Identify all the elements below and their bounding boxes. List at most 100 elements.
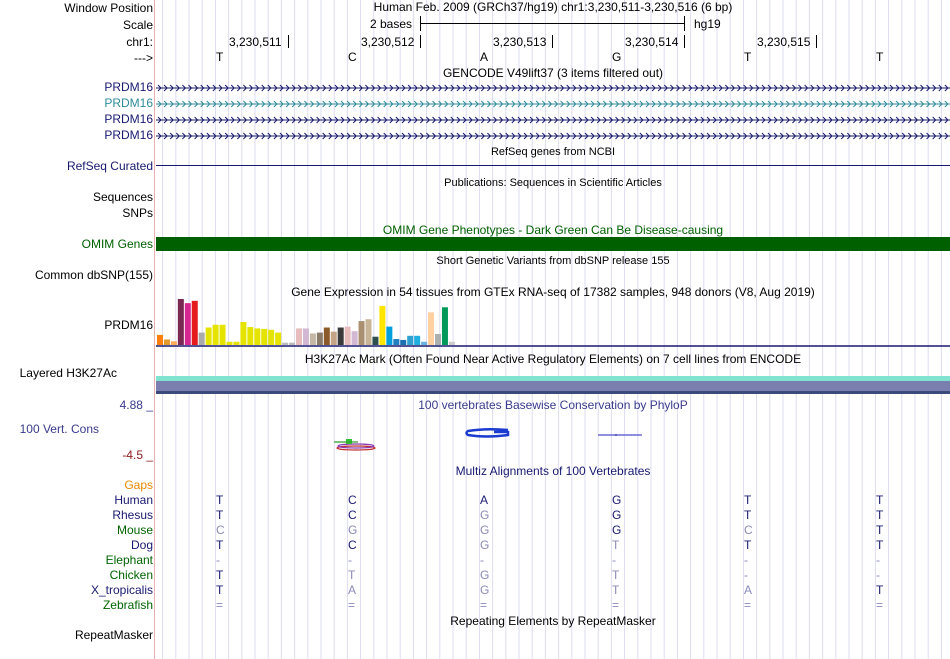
phylop-letter-c bbox=[334, 439, 376, 451]
alignment-base: - bbox=[216, 553, 220, 567]
alignment-base: = bbox=[612, 598, 620, 612]
alignment-base: = bbox=[480, 598, 488, 612]
alignment-base: T bbox=[612, 568, 620, 582]
gaps-label: Gaps bbox=[124, 478, 153, 492]
gtex-tissue-bar bbox=[407, 335, 414, 345]
gtex-tissue-bar bbox=[316, 332, 323, 345]
common-dbsnp-label[interactable]: Common dbSNP(155) bbox=[35, 268, 153, 282]
base-letter: C bbox=[348, 50, 357, 64]
phylop-logo-plot[interactable] bbox=[156, 420, 950, 460]
species-label-mouse: Mouse bbox=[116, 523, 153, 537]
species-label-x-tropicalis: X_tropicalis bbox=[90, 583, 153, 597]
gtex-tissue-bar bbox=[414, 335, 421, 345]
alignment-base: C bbox=[216, 523, 225, 537]
alignment-base: C bbox=[348, 493, 357, 507]
alignment-base: T bbox=[216, 538, 224, 552]
conservation-track-label[interactable]: 100 Vert. Cons bbox=[20, 422, 99, 436]
gtex-tissue-bar bbox=[400, 339, 407, 345]
gtex-tissue-bar bbox=[448, 341, 455, 345]
refseq-track-title: RefSeq genes from NCBI bbox=[490, 146, 616, 158]
alignment-base: - bbox=[744, 553, 748, 567]
gene-label-prdm16-1[interactable]: PRDM16 bbox=[104, 80, 153, 94]
alignment-base: = bbox=[348, 598, 356, 612]
gtex-tissue-bar bbox=[435, 333, 441, 345]
alignment-base: - bbox=[480, 553, 484, 567]
phylop-letter-g bbox=[465, 427, 510, 438]
ruler-tick bbox=[684, 35, 685, 48]
alignment-base: T bbox=[216, 508, 224, 522]
gencode-transcripts[interactable] bbox=[156, 80, 950, 144]
alignment-base: - bbox=[744, 568, 748, 582]
strand-arrow-label: ---> bbox=[134, 51, 153, 65]
gtex-tissue-bar bbox=[226, 341, 233, 345]
species-label-zebrafish: Zebrafish bbox=[102, 598, 153, 612]
alignment-base: T bbox=[216, 568, 224, 582]
conservation-min-label: -4.5 _ bbox=[122, 448, 153, 462]
alignment-base: G bbox=[480, 583, 490, 597]
base-letter: A bbox=[480, 50, 489, 64]
ruler-tick bbox=[552, 35, 553, 48]
refseq-curated-label[interactable]: RefSeq Curated bbox=[67, 159, 153, 173]
repeatmasker-track-title: Repeating Elements by RepeatMasker bbox=[450, 614, 656, 628]
gtex-tissue-bar bbox=[268, 329, 275, 345]
ruler-tick bbox=[816, 35, 817, 48]
track-label-column: Window Position Scale chr1: ---> PRDM16 … bbox=[0, 0, 153, 659]
gtex-track-title: Gene Expression in 54 tissues from GTEx … bbox=[291, 285, 815, 299]
alignment-base: - bbox=[348, 553, 352, 567]
species-label-rhesus: Rhesus bbox=[112, 508, 153, 522]
gencode-track-title: GENCODE V49lift37 (3 items filtered out) bbox=[442, 66, 664, 80]
scale-bar-db: hg19 bbox=[694, 17, 721, 31]
publications-track-title: Publications: Sequences in Scientific Ar… bbox=[444, 177, 662, 189]
gtex-tissue-bar bbox=[309, 333, 316, 345]
gtex-tissue-bar bbox=[372, 336, 379, 345]
alignment-base: T bbox=[876, 538, 884, 552]
phylop-letter-t bbox=[598, 434, 642, 436]
gtex-tissue-bar bbox=[302, 328, 309, 345]
scale-bar bbox=[420, 16, 685, 31]
alignment-base: C bbox=[744, 523, 753, 537]
alignment-base: = bbox=[876, 598, 884, 612]
gtex-tissue-bar bbox=[282, 342, 289, 345]
alignment-base: T bbox=[876, 583, 884, 597]
alignment-base: C bbox=[348, 508, 357, 522]
alignment-base: G bbox=[612, 523, 622, 537]
alignment-base: G bbox=[480, 538, 490, 552]
gtex-tissue-bar bbox=[254, 328, 261, 345]
alignment-base: G bbox=[480, 508, 490, 522]
gtex-tissue-bar bbox=[205, 327, 212, 345]
alignment-base: G bbox=[612, 508, 622, 522]
ruler-coordinate: 3,230,513 bbox=[493, 35, 547, 49]
gtex-tissue-bar bbox=[191, 300, 198, 345]
alignment-base: A bbox=[480, 493, 489, 507]
gtex-tissue-bar bbox=[163, 339, 170, 345]
track-area[interactable]: Human Feb. 2009 (GRCh37/hg19) chr1:3,230… bbox=[156, 0, 950, 659]
alignment-base: A bbox=[348, 583, 357, 597]
alignment-base: - bbox=[612, 553, 616, 567]
layered-h3k27ac-label[interactable]: Layered H3K27Ac bbox=[20, 366, 117, 380]
alignment-base: - bbox=[876, 553, 880, 567]
gtex-tissue-bar bbox=[198, 332, 205, 345]
gene-label-prdm16-3[interactable]: PRDM16 bbox=[104, 112, 153, 126]
gtex-expression-chart[interactable] bbox=[156, 299, 950, 347]
sequences-label[interactable]: Sequences bbox=[93, 190, 153, 204]
scale-bar-text: 2 bases bbox=[370, 17, 413, 31]
snps-label[interactable]: SNPs bbox=[122, 206, 153, 220]
refseq-gene-line[interactable] bbox=[156, 165, 950, 166]
gtex-tissue-bar bbox=[275, 332, 282, 345]
ruler-coordinate: 3,230,515 bbox=[757, 35, 811, 49]
gtex-tissue-bar bbox=[219, 324, 226, 345]
gtex-tissue-bar bbox=[247, 327, 254, 345]
omim-genes-label[interactable]: OMIM Genes bbox=[82, 237, 153, 251]
repeatmasker-label[interactable]: RepeatMasker bbox=[75, 628, 153, 642]
gtex-tissue-bar bbox=[358, 321, 365, 345]
alignment-base: T bbox=[216, 493, 224, 507]
gtex-gene-label[interactable]: PRDM16 bbox=[104, 318, 153, 332]
gtex-tissue-bar bbox=[296, 328, 302, 345]
ruler-coordinate: 3,230,512 bbox=[361, 35, 415, 49]
base-letter: G bbox=[612, 50, 622, 64]
gene-label-prdm16-2[interactable]: PRDM16 bbox=[104, 96, 153, 110]
alignment-base: T bbox=[876, 523, 884, 537]
ruler-tick bbox=[420, 35, 421, 48]
gene-label-prdm16-4[interactable]: PRDM16 bbox=[104, 128, 153, 142]
omim-gene-bar[interactable] bbox=[156, 237, 950, 251]
